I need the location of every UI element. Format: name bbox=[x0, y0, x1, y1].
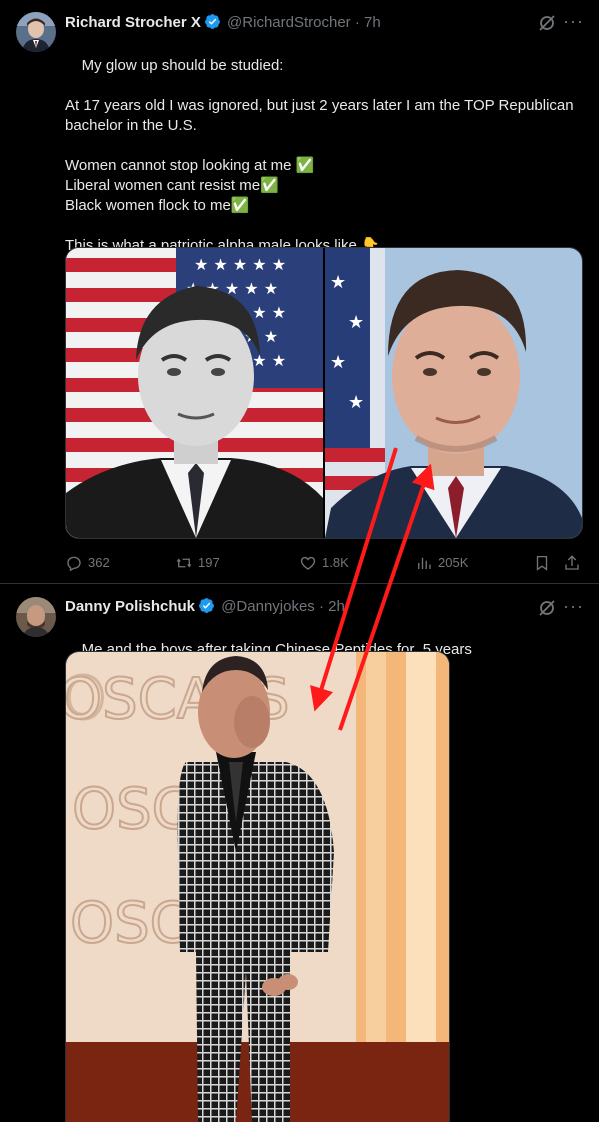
like-count: 1.8K bbox=[322, 555, 349, 570]
left-photo: ★ ★ ★ ★ ★ ★ ★ ★ ★ ★ ★ ★ ★ ★ ★ ★ ★ ★ ★ ★ … bbox=[66, 248, 323, 538]
like-button[interactable]: 1.8K bbox=[299, 552, 349, 574]
display-name[interactable]: Danny Polishchuk bbox=[65, 598, 195, 615]
avatar[interactable] bbox=[16, 597, 56, 637]
svg-text:★: ★ bbox=[348, 392, 364, 413]
handle[interactable]: @Dannyjokes bbox=[221, 598, 315, 615]
verified-badge-icon bbox=[204, 13, 221, 30]
svg-text:★: ★ bbox=[330, 352, 346, 373]
display-name[interactable]: Richard Strocher X bbox=[65, 14, 201, 31]
share-icon bbox=[565, 555, 579, 570]
grok-icon[interactable] bbox=[537, 13, 557, 33]
repost-icon bbox=[176, 558, 192, 568]
right-photo: ★ ★ ★ ★ bbox=[325, 248, 582, 538]
tweet-2[interactable]: Danny Polishchuk @Dannyjokes · 2h ··· Me… bbox=[0, 584, 599, 1122]
tweet-actions: 362 197 1.8K 205K bbox=[65, 552, 585, 574]
repost-count: 197 bbox=[198, 555, 220, 570]
tweet-header: Danny Polishchuk @Dannyjokes · 2h bbox=[65, 597, 345, 617]
views-button[interactable]: 205K bbox=[415, 552, 468, 574]
views-chart-icon bbox=[418, 557, 431, 569]
tweet-text-content: My glow up should be studied: At 17 year… bbox=[65, 57, 574, 254]
timestamp[interactable]: · 7h bbox=[355, 14, 381, 31]
repost-button[interactable]: 197 bbox=[175, 552, 220, 574]
heart-icon bbox=[300, 556, 316, 570]
tweet-1[interactable]: Richard Strocher X @RichardStrocher · 7h… bbox=[0, 0, 599, 583]
tweet-media[interactable]: ★ ★ ★ ★ ★ ★ ★ ★ ★ ★ ★ ★ ★ ★ ★ ★ ★ ★ ★ ★ … bbox=[65, 247, 583, 539]
bookmark-icon bbox=[536, 555, 548, 571]
verified-badge-icon bbox=[198, 597, 215, 614]
reply-count: 362 bbox=[88, 555, 110, 570]
view-count: 205K bbox=[438, 555, 469, 570]
svg-text:★: ★ bbox=[330, 272, 346, 293]
reply-button[interactable]: 362 bbox=[65, 552, 110, 574]
reply-icon bbox=[67, 556, 81, 572]
more-icon[interactable]: ··· bbox=[563, 597, 583, 619]
avatar[interactable] bbox=[16, 12, 56, 52]
share-button[interactable] bbox=[563, 552, 581, 574]
svg-text:★: ★ bbox=[348, 312, 364, 333]
red-carpet-photo: O OSCARS OSCARS OSCARS bbox=[66, 652, 449, 1122]
grok-icon[interactable] bbox=[537, 598, 557, 618]
handle[interactable]: @RichardStrocher bbox=[227, 14, 351, 31]
bookmark-button[interactable] bbox=[533, 552, 551, 574]
glow-up-photos: ★ ★ ★ ★ ★ ★ ★ ★ ★ ★ ★ ★ ★ ★ ★ ★ ★ ★ ★ ★ … bbox=[66, 248, 582, 538]
tweet-header: Richard Strocher X @RichardStrocher · 7h bbox=[65, 13, 381, 33]
tweet-text: My glow up should be studied: At 17 year… bbox=[65, 36, 585, 276]
svg-text:★ ★ ★ ★ ★: ★ ★ ★ ★ ★ bbox=[194, 255, 286, 274]
tweet-media[interactable]: O OSCARS OSCARS OSCARS bbox=[65, 651, 450, 1122]
more-icon[interactable]: ··· bbox=[563, 12, 583, 34]
timestamp[interactable]: · 2h bbox=[319, 598, 345, 615]
